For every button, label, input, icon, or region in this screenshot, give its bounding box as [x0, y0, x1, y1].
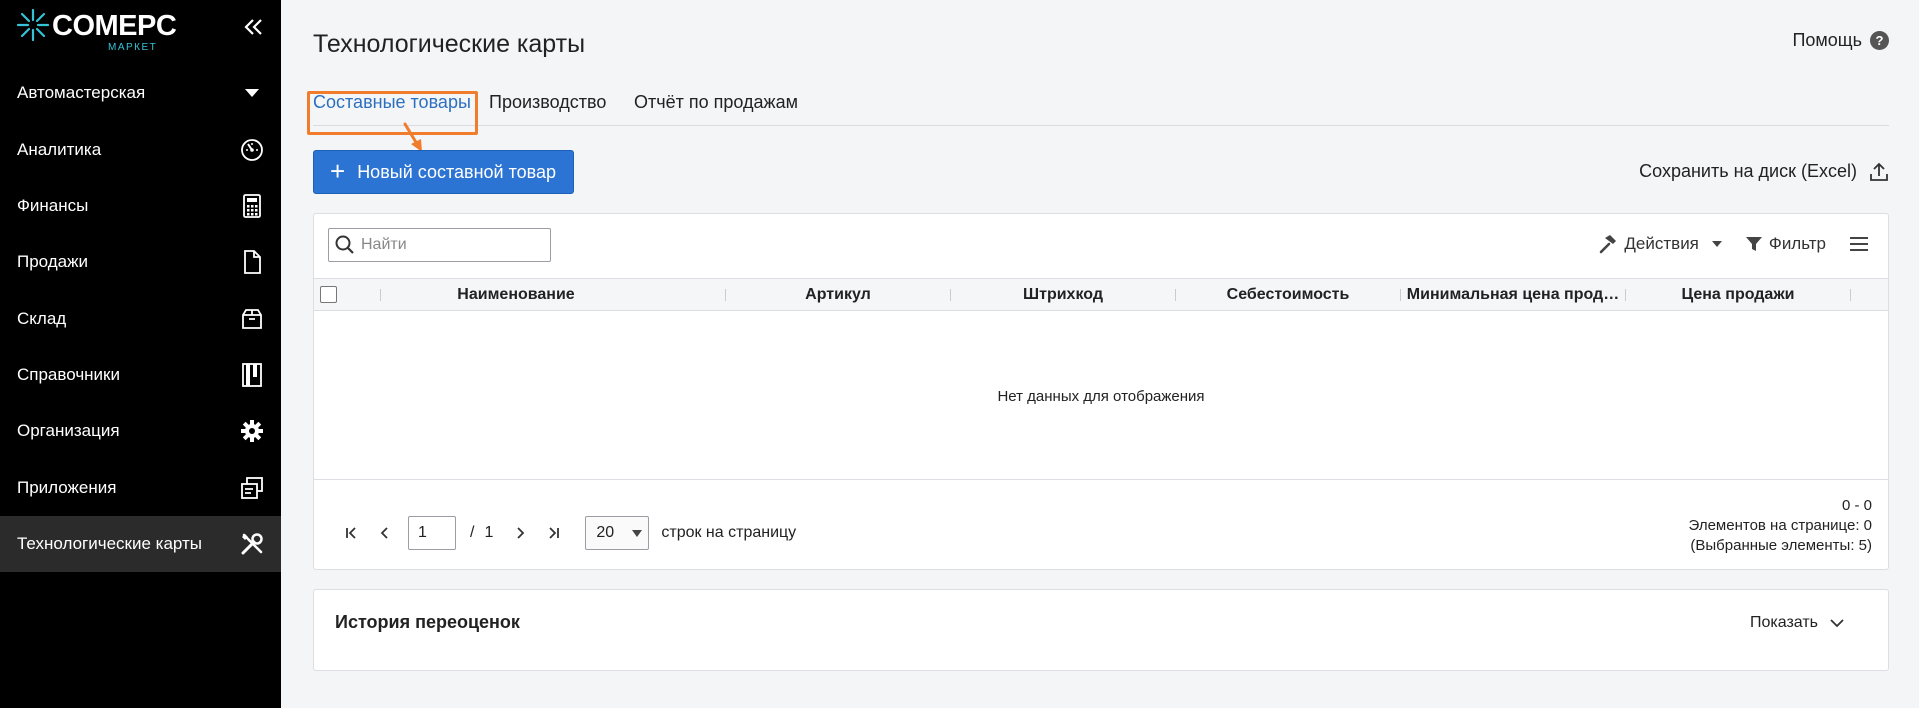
chevron-down-icon: [1830, 618, 1844, 627]
search-icon: [335, 235, 354, 254]
select-all-checkbox[interactable]: [320, 286, 337, 303]
export-excel-button[interactable]: Сохранить на диск (Excel): [1639, 161, 1889, 182]
column-header-article[interactable]: Артикул: [726, 279, 950, 310]
column-header-barcode[interactable]: Штрихкод: [951, 279, 1175, 310]
sidebar-item-label: Продажи: [17, 252, 88, 271]
filter-icon: [1745, 237, 1762, 251]
divider: [314, 479, 1888, 480]
document-icon: [239, 249, 265, 275]
book-icon: [239, 362, 265, 388]
next-page-button[interactable]: [503, 516, 537, 550]
caret-down-icon: [239, 80, 265, 106]
sidebar-item-label: Приложения: [17, 478, 117, 497]
hamburger-menu-icon[interactable]: [1848, 235, 1870, 253]
search-input[interactable]: [361, 236, 541, 254]
last-page-icon: [549, 527, 560, 539]
per-page-text: Элементов на странице: 0: [1688, 517, 1872, 534]
sidebar-item-references[interactable]: Справочники: [0, 347, 281, 403]
chevron-right-icon: [517, 527, 525, 539]
sidebar-item-label: Организация: [17, 421, 120, 440]
price-history-panel: История переоценок Показать: [313, 589, 1889, 671]
column-header-cost[interactable]: Себестоимость: [1176, 279, 1400, 310]
page-size-select[interactable]: 20: [585, 516, 650, 550]
selected-text: (Выбранные элементы: 5): [1690, 537, 1872, 554]
collapse-sidebar-icon[interactable]: [240, 14, 266, 40]
logo-spark-icon: [16, 8, 50, 42]
pagination: 1 / 1 20 строк на страницу: [334, 516, 796, 550]
sidebar-item-organization[interactable]: Организация: [0, 403, 281, 459]
tab-composite-products[interactable]: Составные товары: [307, 91, 478, 135]
sidebar-item-label: Справочники: [17, 365, 120, 384]
filter-label: Фильтр: [1768, 234, 1826, 253]
column-header-name[interactable]: Наименование: [382, 279, 650, 310]
caret-down-icon: [632, 529, 643, 537]
sidebar-item-sales[interactable]: Продажи: [0, 234, 281, 290]
caret-down-icon: [1711, 241, 1722, 247]
tab-highlight-frame: [307, 91, 478, 135]
box-icon: [239, 306, 265, 332]
export-label: Сохранить на диск (Excel): [1639, 161, 1857, 181]
new-button-label: Новый составной товар: [357, 161, 557, 182]
logo[interactable]: COMEPC МАРКЕТ: [16, 8, 186, 56]
logo-subtitle: МАРКЕТ: [108, 42, 158, 53]
question-icon: ?: [1870, 31, 1889, 50]
sidebar-item-tech-cards[interactable]: Технологические карты: [0, 516, 281, 572]
gauge-icon: [239, 137, 265, 163]
grid-tools: Действия Фильтр: [1598, 234, 1870, 254]
column-header-sale-price[interactable]: Цена продажи: [1626, 279, 1850, 310]
history-title: История переоценок: [335, 612, 520, 632]
store-name: Автомастерская: [17, 83, 146, 102]
tab-bar: Составные товары Производство Отчёт по п…: [307, 82, 1889, 135]
store-selector[interactable]: Автомастерская: [0, 65, 281, 121]
windows-icon: [239, 475, 265, 501]
pagination-info: 0 - 0 Элементов на странице: 0 (Выбранны…: [1689, 496, 1872, 556]
page-size-label: строк на страницу: [661, 524, 797, 541]
column-separator: [380, 289, 381, 301]
page-number-input[interactable]: 1: [408, 516, 456, 550]
chevron-left-icon: [380, 527, 388, 539]
filter-button[interactable]: Фильтр: [1745, 234, 1826, 254]
total-pages: 1: [484, 524, 494, 541]
sidebar: COMEPC МАРКЕТ Автомастерская Аналитика Ф…: [0, 0, 281, 708]
history-show-button[interactable]: Показать: [1750, 614, 1844, 632]
sidebar-item-apps[interactable]: Приложения: [0, 460, 281, 516]
prev-page-button[interactable]: [368, 516, 402, 550]
actions-label: Действия: [1624, 234, 1699, 253]
main-content: Технологические карты Помощь ? Составные…: [281, 0, 1919, 708]
tab-production[interactable]: Производство: [489, 92, 606, 113]
hammer-icon: [1600, 235, 1617, 254]
help-label: Помощь: [1792, 30, 1862, 50]
help-link[interactable]: Помощь ?: [1792, 30, 1889, 51]
search-box: [328, 228, 551, 262]
column-header-min-price[interactable]: Минимальная цена прод…: [1401, 279, 1625, 310]
gear-icon: [239, 418, 265, 444]
plus-icon: +: [330, 155, 346, 186]
sidebar-item-label: Аналитика: [17, 140, 102, 159]
actions-menu[interactable]: Действия: [1598, 234, 1722, 254]
new-composite-product-button[interactable]: + Новый составной товар: [313, 150, 574, 194]
products-grid-panel: Действия Фильтр Наименование Артикул Штр…: [313, 213, 1889, 570]
first-page-icon: [346, 527, 356, 539]
sidebar-item-analytics[interactable]: Аналитика: [0, 122, 281, 178]
sidebar-item-label: Технологические карты: [17, 534, 203, 553]
range-text: 0 - 0: [1841, 497, 1872, 514]
column-separator: [1850, 289, 1851, 301]
page-separator: /: [470, 524, 475, 541]
upload-icon: [1870, 162, 1888, 181]
last-page-button[interactable]: [537, 516, 571, 550]
sidebar-item-finance[interactable]: Финансы: [0, 178, 281, 234]
first-page-button[interactable]: [334, 516, 368, 550]
tools-icon: [239, 531, 265, 557]
sidebar-item-label: Финансы: [17, 196, 89, 215]
tab-sales-report[interactable]: Отчёт по продажам: [634, 92, 798, 113]
logo-text: COMEPC: [52, 10, 177, 42]
empty-message: Нет данных для отображения: [997, 387, 1205, 405]
history-show-label: Показать: [1749, 614, 1818, 631]
sidebar-item-label: Склад: [17, 309, 67, 328]
sidebar-item-warehouse[interactable]: Склад: [0, 291, 281, 347]
grid-header: Наименование Артикул Штрихкод Себестоимо…: [314, 278, 1888, 311]
calculator-icon: [239, 193, 265, 219]
page-title: Технологические карты: [313, 30, 586, 58]
page-size-value: 20: [596, 524, 615, 541]
